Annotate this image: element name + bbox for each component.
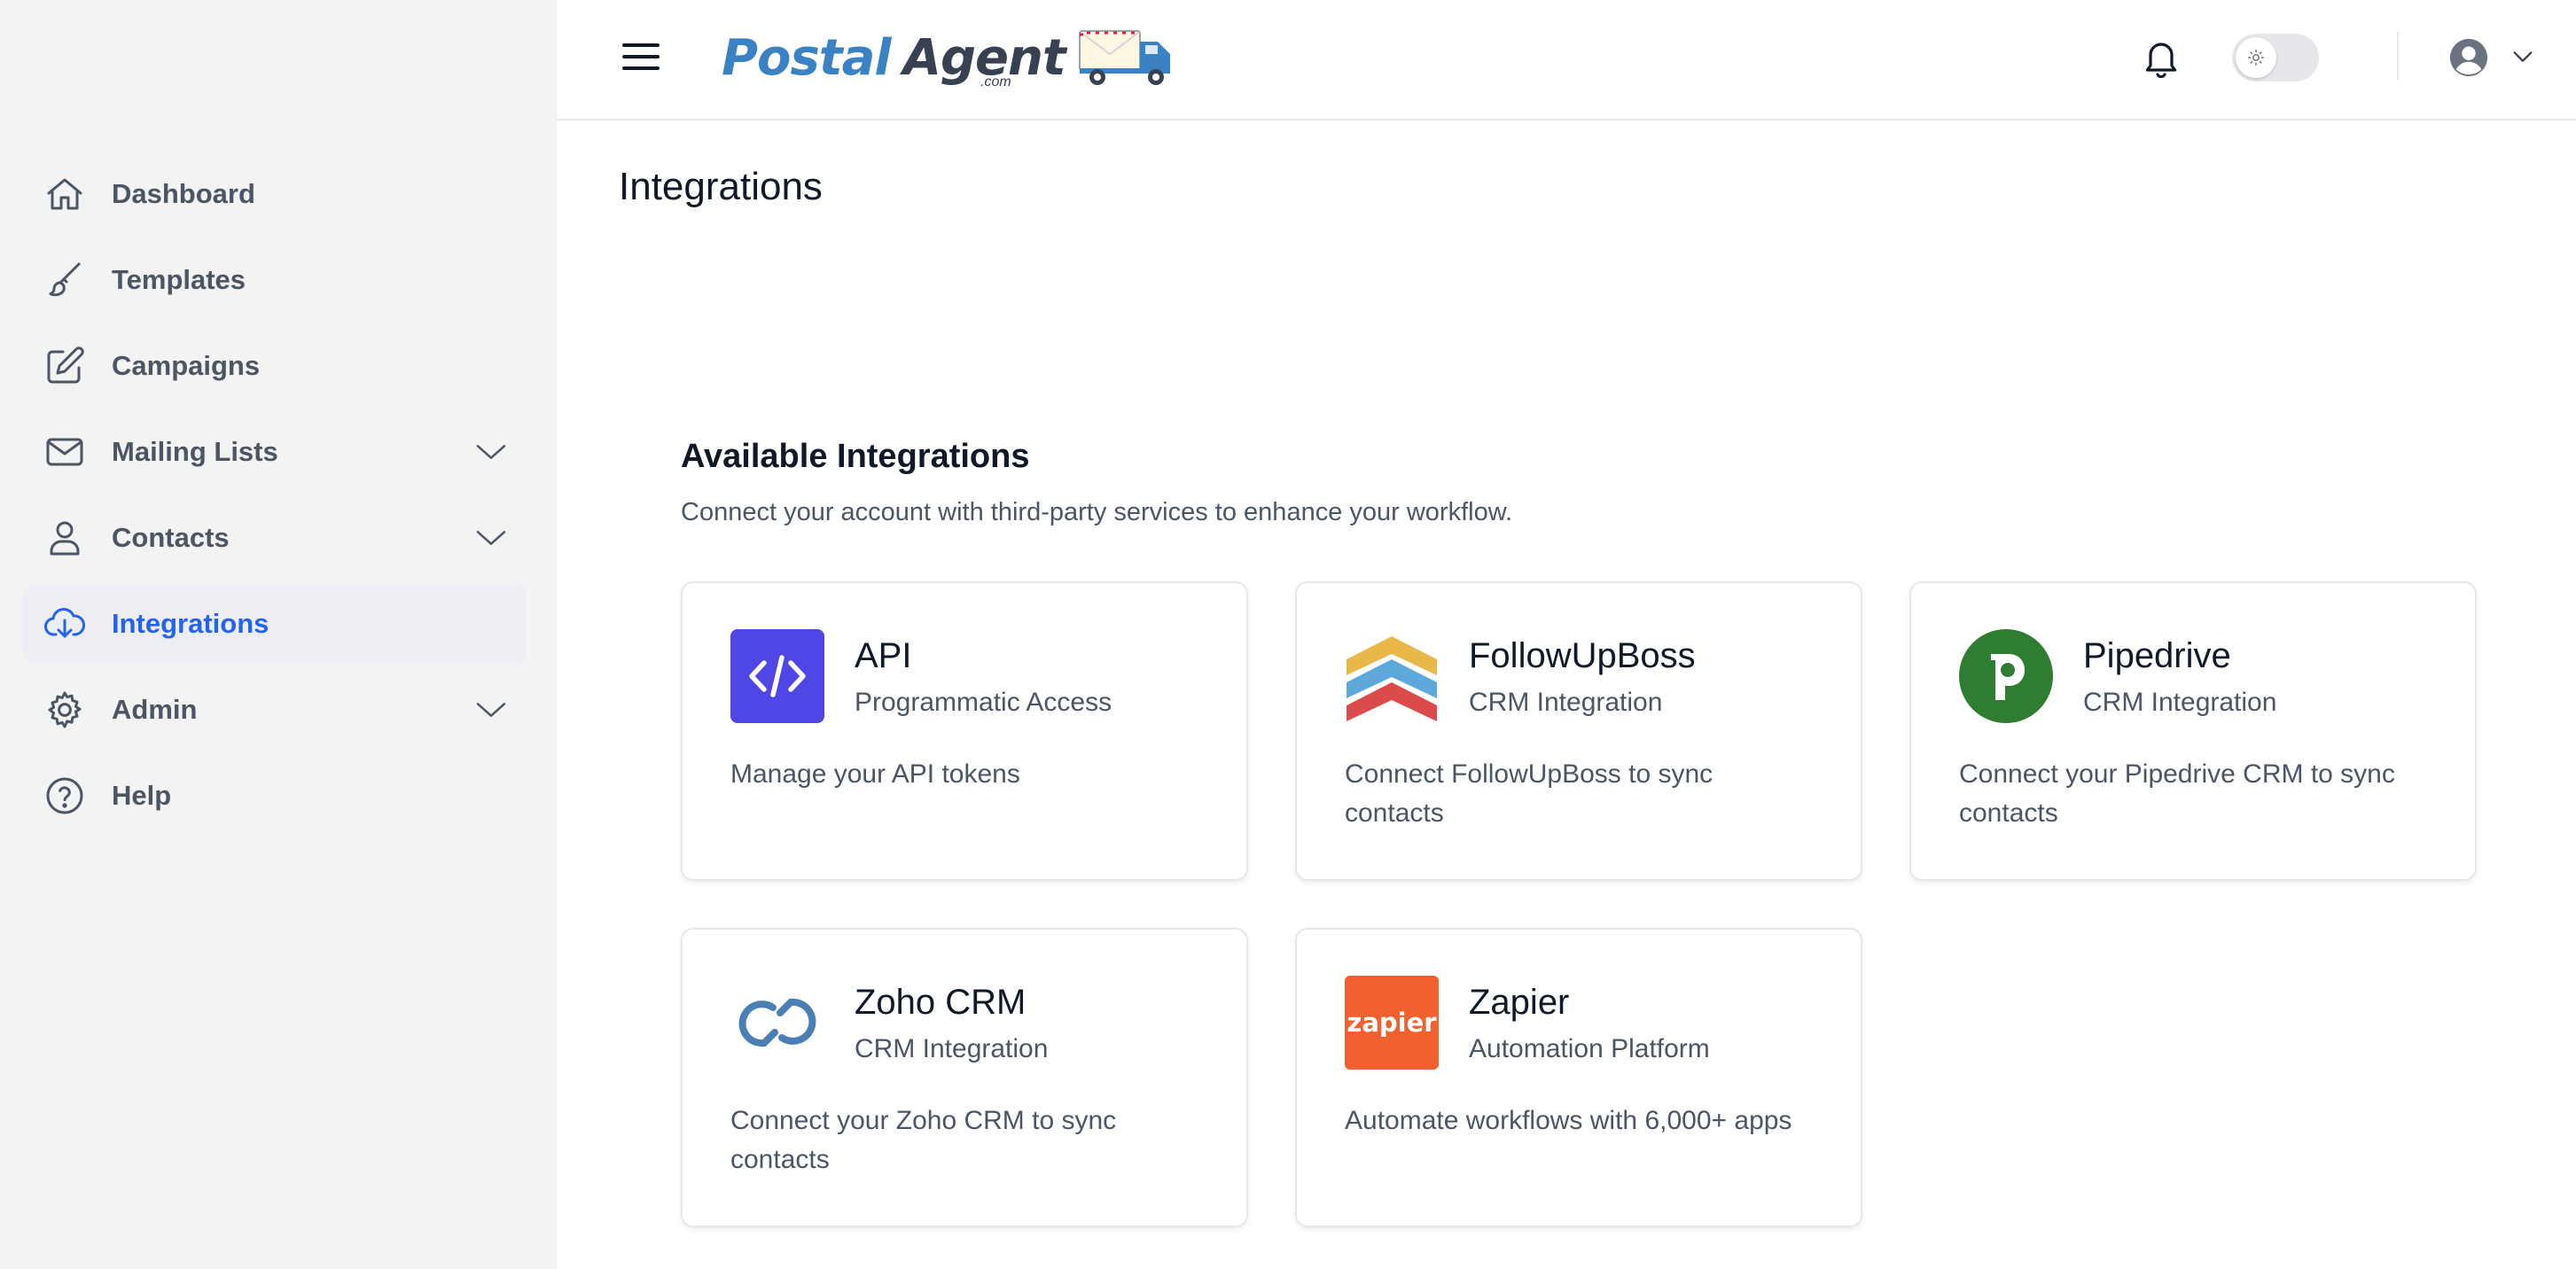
menu-icon[interactable] <box>622 41 660 73</box>
code-icon <box>730 629 824 723</box>
pipedrive-logo-icon <box>1959 629 2053 723</box>
home-icon <box>43 173 87 215</box>
zapier-logo-text: zapier <box>1347 1008 1437 1038</box>
card-subtitle: Automation Platform <box>1469 1034 1710 1063</box>
card-subtitle: CRM Integration <box>855 1034 1049 1063</box>
sidebar-item-label: Dashboard <box>112 178 255 209</box>
sidebar: Dashboard Templates Campaigns Mailing Li… <box>0 0 557 1269</box>
bell-icon[interactable] <box>2140 35 2182 82</box>
truck-icon <box>1078 30 1170 85</box>
card-title: API <box>855 636 912 675</box>
card-subtitle: CRM Integration <box>2083 688 2277 717</box>
cloud-download-icon <box>43 603 87 645</box>
card-description: Connect your Zoho CRM to sync contacts <box>730 1106 1117 1174</box>
sidebar-item-integrations[interactable]: Integrations <box>23 584 527 664</box>
sidebar-item-label: Campaigns <box>112 350 261 381</box>
chevron-down-icon <box>2513 51 2533 62</box>
sidebar-item-campaigns[interactable]: Campaigns <box>23 326 527 406</box>
sidebar-item-label: Mailing Lists <box>112 436 278 467</box>
sidebar-item-label: Templates <box>112 264 246 295</box>
card-subtitle: Programmatic Access <box>855 688 1112 717</box>
card-title: Zoho CRM <box>855 983 1026 1022</box>
postal-agent-logo[interactable]: Postal Agent .com <box>722 18 1177 97</box>
card-subtitle: CRM Integration <box>1469 688 1663 717</box>
card-title: Zapier <box>1469 983 1570 1022</box>
brush-icon <box>43 259 87 301</box>
sidebar-item-mailing-lists[interactable]: Mailing Lists <box>23 412 527 492</box>
card-title: Pipedrive <box>2083 636 2231 675</box>
integration-card-pipedrive[interactable]: Pipedrive CRM Integration Connect your P… <box>1909 581 2477 881</box>
logo-postal-text: Postal <box>722 28 892 87</box>
sidebar-item-templates[interactable]: Templates <box>23 240 527 320</box>
followupboss-logo-icon <box>1345 629 1439 723</box>
card-title: FollowUpBoss <box>1469 636 1696 675</box>
top-bar: Postal Agent .com <box>557 0 2576 121</box>
sidebar-item-contacts[interactable]: Contacts <box>23 498 527 578</box>
chevron-down-icon[interactable] <box>473 437 509 467</box>
sidebar-item-label: Integrations <box>112 608 269 639</box>
zapier-logo-icon: zapier <box>1345 976 1439 1070</box>
theme-toggle[interactable] <box>2232 34 2319 82</box>
user-avatar-icon <box>2449 38 2488 77</box>
card-description: Connect FollowUpBoss to sync contacts <box>1345 759 1713 828</box>
integration-card-zoho-crm[interactable]: Zoho CRM CRM Integration Connect your Zo… <box>681 928 1248 1227</box>
sun-icon <box>2236 37 2276 78</box>
help-circle-icon <box>43 775 87 817</box>
sidebar-item-label: Help <box>112 780 172 811</box>
edit-icon <box>43 345 87 387</box>
divider <box>2397 32 2399 80</box>
card-description: Manage your API tokens <box>730 759 1020 789</box>
chevron-down-icon[interactable] <box>473 695 509 725</box>
integration-card-followupboss[interactable]: FollowUpBoss CRM Integration Connect Fol… <box>1295 581 1862 881</box>
section-title: Available Integrations <box>681 438 1030 475</box>
sidebar-item-label: Admin <box>112 694 198 725</box>
card-description: Automate workflows with 6,000+ apps <box>1345 1106 1792 1135</box>
chevron-down-icon[interactable] <box>473 523 509 553</box>
integration-card-zapier[interactable]: zapier Zapier Automation Platform Automa… <box>1295 928 1862 1227</box>
sidebar-item-help[interactable]: Help <box>23 756 527 836</box>
sidebar-nav: Dashboard Templates Campaigns Mailing Li… <box>23 154 527 842</box>
integration-card-api[interactable]: API Programmatic Access Manage your API … <box>681 581 1248 881</box>
user-icon <box>43 517 87 559</box>
sidebar-item-dashboard[interactable]: Dashboard <box>23 154 527 234</box>
gear-icon <box>43 689 87 731</box>
user-menu[interactable] <box>2448 34 2546 82</box>
section-subtitle: Connect your account with third-party se… <box>681 498 1513 526</box>
card-description: Connect your Pipedrive CRM to sync conta… <box>1959 759 2395 828</box>
sidebar-item-label: Contacts <box>112 522 230 553</box>
page-title: Integrations <box>619 165 823 208</box>
logo-dotcom-text: .com <box>980 74 1011 90</box>
zoho-logo-icon <box>730 976 824 1070</box>
mail-icon <box>43 431 87 473</box>
sidebar-item-admin[interactable]: Admin <box>23 670 527 750</box>
